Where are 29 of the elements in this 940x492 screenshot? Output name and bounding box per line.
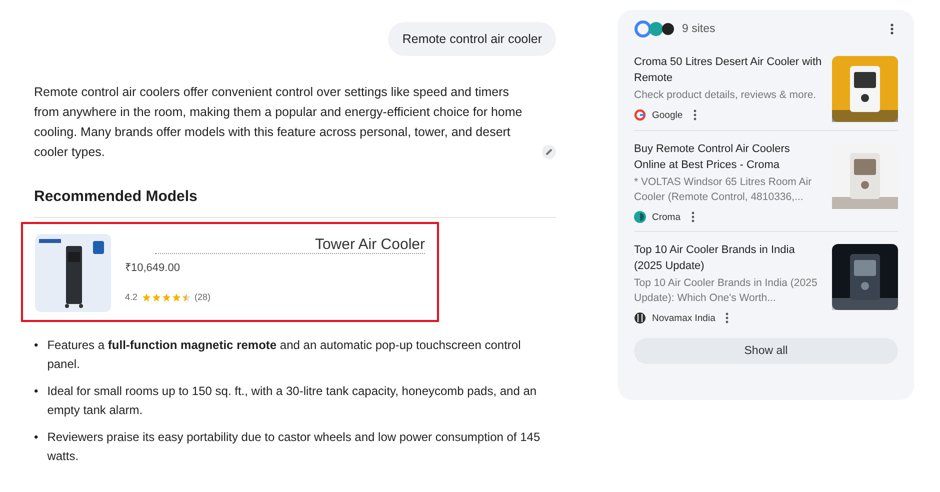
rating-value: 4.2 [125, 292, 138, 302]
site-name[interactable]: Novamax India [652, 312, 716, 324]
source-snippet: * VOLTAS Windsor 65 Litres Room Air Cooler (Remote Control, 4810336,... [634, 175, 813, 205]
bullet-point: Reviewers praise its easy portability due to castor wheels and low power consumption of 145 watts. [47, 429, 542, 465]
answer-paragraph: Remote control air coolers offer convenient control over settings like speed and timers from anywhere in the room, making them a popular and energy-efficient choice for home cooling. Many brands offer models with this feature across personal, tower, and desert cooler types. [34, 84, 524, 161]
bullet-marker: • [34, 337, 38, 354]
site-name[interactable]: Google [652, 110, 683, 120]
source-title[interactable]: Buy Remote Control Air Coolers Online at Best Prices - Croma [634, 141, 824, 173]
bullet-point: Features a full-function magnetic remote and an automatic pop-up touchscreen control panel. [47, 337, 522, 373]
product-price: ₹10,649.00 [125, 261, 181, 274]
site-logo-icon [634, 312, 646, 324]
site-logo-icon [634, 211, 646, 223]
product-name[interactable]: Tower Air Cooler [154, 236, 425, 254]
review-count: (28) [194, 292, 211, 302]
source-title[interactable]: Top 10 Air Cooler Brands in India (2025 Update) [634, 242, 824, 274]
section-heading: Recommended Models [34, 188, 556, 218]
query-bubble: Remote control air cooler [388, 22, 556, 56]
site-name[interactable]: Croma [652, 212, 681, 222]
source-snippet: Check product details, reviews & more. [634, 88, 818, 103]
bullet-marker: • [34, 383, 38, 400]
link-icon[interactable] [542, 145, 556, 159]
bullet-point: Ideal for small rooms up to 150 sq. ft., with a 30-litre tank capacity, honeycomb pads, and an empty tank alarm. [47, 383, 538, 419]
google-logo-icon [634, 109, 646, 121]
product-card[interactable]: Tower Air Cooler ₹10,649.00 4.2 (28) [21, 222, 439, 322]
show-all-button[interactable]: Show all [634, 338, 898, 364]
source-title[interactable]: Croma 50 Litres Desert Air Cooler with Remote [634, 54, 824, 86]
source-snippet: Top 10 Air Cooler Brands in India (2025 Update): Which One's Worth... [634, 276, 818, 306]
source-count: 9 sites [682, 23, 716, 35]
bullet-marker: • [34, 429, 38, 446]
